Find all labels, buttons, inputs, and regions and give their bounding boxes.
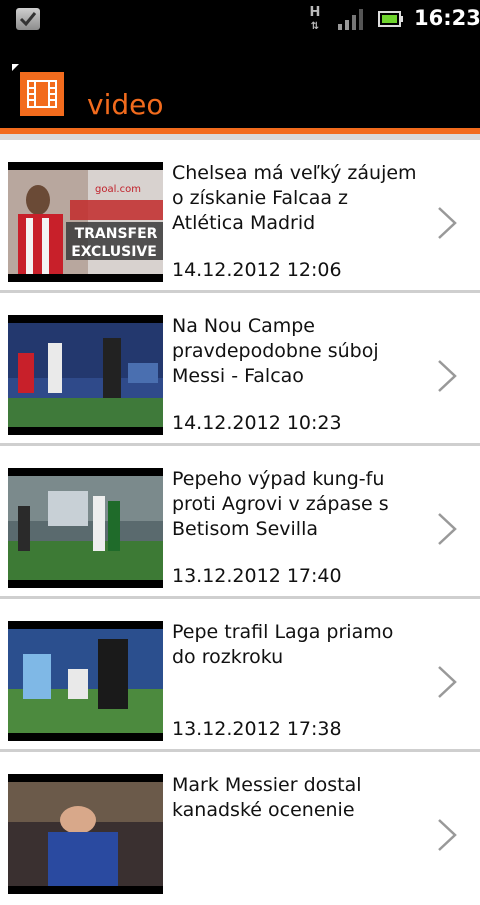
svg-text:EXCLUSIVE: EXCLUSIVE [71, 244, 157, 260]
video-date: 13.12.2012 17:40 [172, 565, 342, 587]
video-list-item[interactable]: Pepe trafil Laga priamo do rozkroku 13.1… [0, 599, 480, 752]
video-date: 14.12.2012 12:06 [172, 259, 342, 281]
svg-text:goal.com: goal.com [95, 184, 141, 195]
video-list-item[interactable]: Mark Messier dostal kanadské ocenenie [0, 752, 480, 905]
app-header: video [0, 38, 480, 128]
chevron-right-icon [438, 513, 457, 545]
network-type-label: H [309, 5, 321, 20]
video-title: Pepe trafil Laga priamo do rozkroku [172, 621, 394, 668]
video-list-item[interactable]: goal.com TRANSFER EXCLUSIVE Chelsea má v… [0, 140, 480, 293]
chevron-right-icon [438, 666, 457, 698]
video-title: Mark Messier dostal kanadské ocenenie [172, 774, 362, 821]
video-thumbnail [8, 621, 163, 741]
chevron-right-icon [438, 360, 457, 392]
status-clock: 16:23 [414, 6, 480, 30]
video-date: 14.12.2012 10:23 [172, 412, 342, 434]
battery-icon [378, 11, 403, 27]
video-thumbnail [8, 315, 163, 435]
chevron-right-icon [438, 207, 457, 239]
video-date: 13.12.2012 17:38 [172, 718, 342, 740]
network-type-icon: H ⇅ [309, 5, 321, 32]
video-title: Chelsea má veľký záujem o získanie Falca… [172, 162, 417, 234]
notification-check-icon[interactable] [16, 8, 40, 30]
video-title: Pepeho výpad kung-fu proti Agrovi v zápa… [172, 468, 389, 540]
chevron-right-icon [438, 819, 457, 851]
header-corner-mark [12, 64, 19, 71]
video-thumbnail: goal.com TRANSFER EXCLUSIVE [8, 162, 163, 282]
video-thumbnail [8, 774, 163, 894]
status-bar: H ⇅ 16:23 [0, 0, 480, 38]
signal-strength-icon [338, 9, 363, 30]
video-list-item[interactable]: Pepeho výpad kung-fu proti Agrovi v zápa… [0, 446, 480, 599]
film-icon[interactable] [20, 72, 64, 116]
video-list-item[interactable]: Na Nou Campe pravdepodobne súboj Messi -… [0, 293, 480, 446]
svg-text:TRANSFER: TRANSFER [75, 226, 158, 242]
video-thumbnail [8, 468, 163, 588]
video-title: Na Nou Campe pravdepodobne súboj Messi -… [172, 315, 379, 387]
page-title: video [87, 88, 164, 121]
